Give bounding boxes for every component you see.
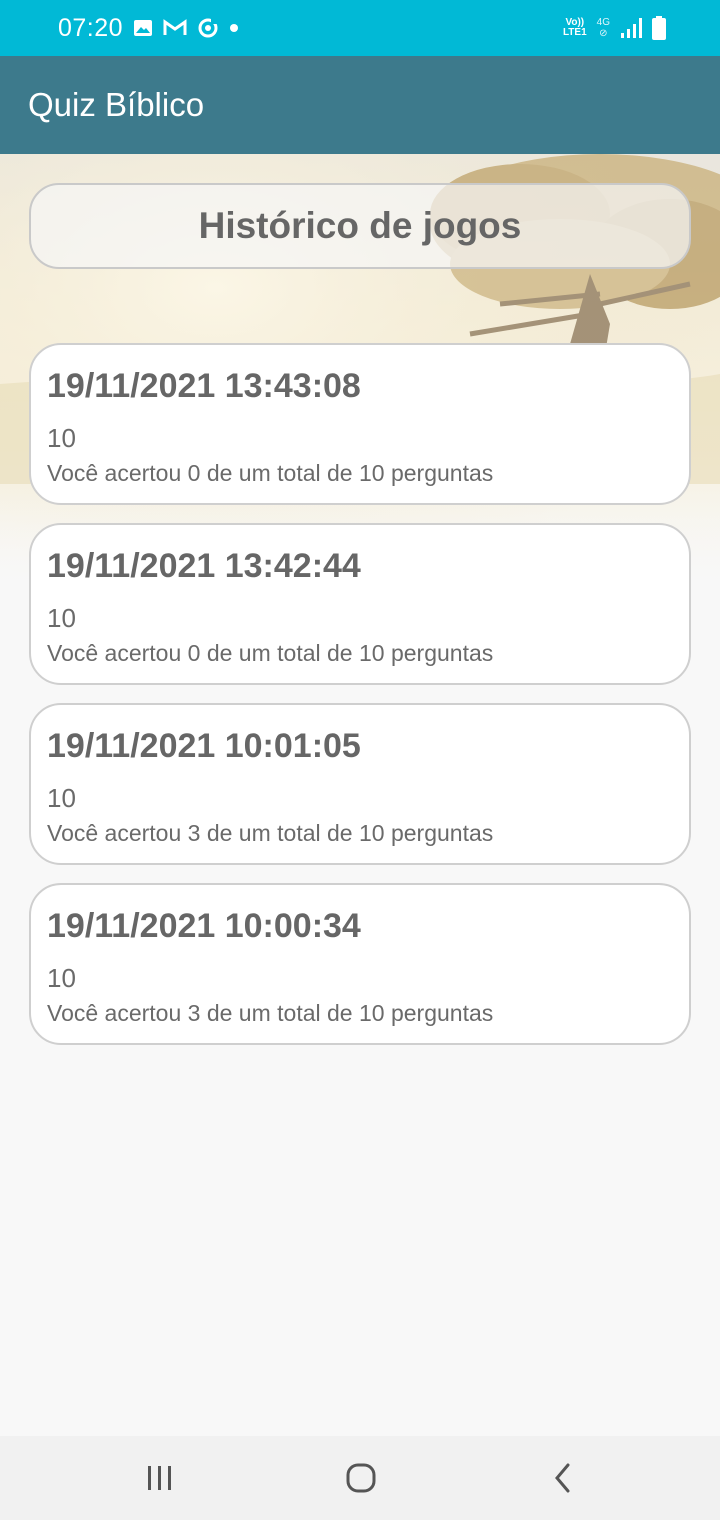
battery-icon [652,16,666,40]
game-summary: Você acertou 0 de um total de 10 pergunt… [47,460,494,486]
game-card[interactable]: 19/11/2021 10:00:34 10 Você acertou 3 de… [29,883,691,1045]
game-score: 10 [47,423,76,453]
volte-bottom: LTE1 [562,27,587,38]
game-score: 10 [47,783,76,813]
app-bar: Quiz Bíblico [0,56,720,154]
sync-icon [197,17,219,39]
history-title: Histórico de jogos [198,205,522,246]
game-card[interactable]: 19/11/2021 13:43:08 10 Você acertou 0 de… [29,343,691,505]
game-date: 19/11/2021 13:42:44 [47,547,361,585]
game-date: 19/11/2021 10:00:34 [47,907,361,945]
status-bar: 07:20 Vo)) LTE1 4G ⊘ [0,0,720,56]
game-date: 19/11/2021 10:01:05 [47,727,361,765]
recent-apps-icon [148,1466,171,1490]
data-off-icon: ⊘ [599,28,608,39]
status-left: 07:20 [58,0,239,56]
status-right: Vo)) LTE1 4G ⊘ [563,0,666,56]
game-summary: Você acertou 3 de um total de 10 pergunt… [47,1000,494,1026]
network-type: 4G ⊘ [597,17,610,39]
dot-icon [229,23,239,33]
history-header: Histórico de jogos [29,183,691,269]
network-type-label: 4G [596,17,610,28]
game-summary: Você acertou 0 de um total de 10 pergunt… [47,640,494,666]
games-list: 19/11/2021 13:43:08 10 Você acertou 0 de… [29,343,691,1063]
home-icon [346,1463,376,1493]
game-card[interactable]: 19/11/2021 10:01:05 10 Você acertou 3 de… [29,703,691,865]
navigation-bar [0,1436,720,1520]
volte-indicator: Vo)) LTE1 [563,18,587,38]
back-icon [555,1463,570,1493]
gallery-icon [133,19,153,37]
game-score: 10 [47,603,76,633]
home-button[interactable] [331,1456,391,1500]
recent-apps-button[interactable] [130,1456,190,1500]
back-button[interactable] [533,1456,593,1500]
signal-icon [620,17,642,39]
gmail-icon [163,19,187,37]
game-card[interactable]: 19/11/2021 13:42:44 10 Você acertou 0 de… [29,523,691,685]
status-time: 07:20 [58,13,124,42]
game-date: 19/11/2021 13:43:08 [47,367,361,405]
game-score: 10 [47,963,76,993]
app-title: Quiz Bíblico [28,86,205,123]
game-summary: Você acertou 3 de um total de 10 pergunt… [47,820,494,846]
